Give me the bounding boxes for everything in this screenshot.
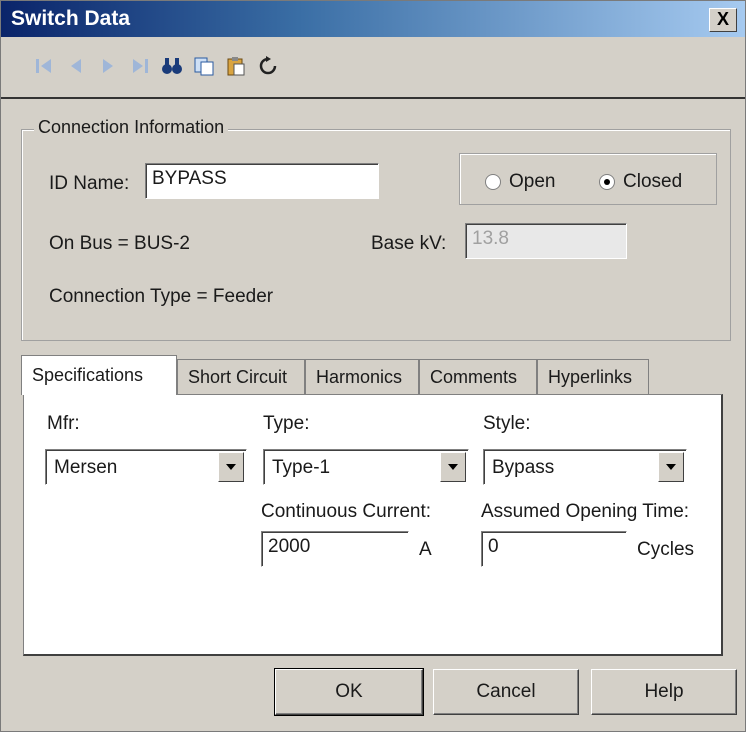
toolbar-separator [1, 97, 745, 99]
mfr-select[interactable]: Mersen [45, 449, 247, 485]
type-label: Type: [263, 413, 310, 434]
first-record-icon[interactable] [31, 53, 57, 79]
ok-button[interactable]: OK [274, 668, 424, 716]
title-bar[interactable]: Switch Data X [1, 1, 745, 37]
next-record-icon[interactable] [95, 53, 121, 79]
tab-comments[interactable]: Comments [419, 359, 537, 395]
id-name-label: ID Name: [49, 173, 130, 194]
style-dropdown-arrow-icon[interactable] [658, 452, 684, 482]
paste-icon[interactable] [223, 53, 249, 79]
continuous-current-unit: A [419, 539, 432, 560]
window-title: Switch Data [11, 7, 131, 30]
group-legend: Connection Information [34, 117, 229, 138]
radio-open-label: Open [509, 171, 556, 192]
cancel-button[interactable]: Cancel [433, 669, 579, 715]
radio-open-circle[interactable] [485, 174, 501, 190]
close-button[interactable]: X [709, 8, 737, 32]
opening-time-label: Assumed Opening Time: [481, 501, 690, 522]
specifications-panel [23, 394, 723, 656]
tab-hyperlinks[interactable]: Hyperlinks [537, 359, 649, 395]
id-name-input[interactable]: BYPASS [145, 163, 379, 199]
style-select[interactable]: Bypass [483, 449, 687, 485]
find-icon[interactable] [159, 53, 185, 79]
type-value: Type-1 [272, 457, 331, 478]
tab-harmonics[interactable]: Harmonics [305, 359, 419, 395]
refresh-icon[interactable] [255, 53, 281, 79]
continuous-current-label: Continuous Current: [261, 501, 432, 522]
on-bus-text: On Bus = BUS-2 [49, 233, 190, 254]
mfr-dropdown-arrow-icon[interactable] [218, 452, 244, 482]
tab-strip: Specifications Short Circuit Harmonics C… [21, 355, 649, 395]
mfr-label: Mfr: [47, 413, 80, 434]
continuous-current-input[interactable]: 2000 [261, 531, 409, 567]
radio-open[interactable]: Open [485, 171, 555, 193]
base-kv-input: 13.8 [465, 223, 627, 259]
previous-record-icon[interactable] [63, 53, 89, 79]
last-record-icon[interactable] [127, 53, 153, 79]
switch-data-dialog: Switch Data X Connection Information ID … [0, 0, 746, 732]
tab-short-circuit[interactable]: Short Circuit [177, 359, 305, 395]
base-kv-label: Base kV: [371, 233, 447, 254]
type-select[interactable]: Type-1 [263, 449, 469, 485]
radio-closed-label: Closed [623, 171, 683, 192]
copy-icon[interactable] [191, 53, 217, 79]
help-button[interactable]: Help [591, 669, 737, 715]
radio-closed[interactable]: Closed [599, 171, 682, 193]
tab-specifications[interactable]: Specifications [21, 355, 177, 395]
mfr-value: Mersen [54, 457, 118, 478]
connection-type-text: Connection Type = Feeder [49, 286, 274, 307]
style-label: Style: [483, 413, 531, 434]
toolbar [31, 49, 287, 83]
radio-closed-circle[interactable] [599, 174, 615, 190]
type-dropdown-arrow-icon[interactable] [440, 452, 466, 482]
style-value: Bypass [492, 457, 555, 478]
opening-time-input[interactable]: 0 [481, 531, 627, 567]
opening-time-unit: Cycles [637, 539, 695, 560]
